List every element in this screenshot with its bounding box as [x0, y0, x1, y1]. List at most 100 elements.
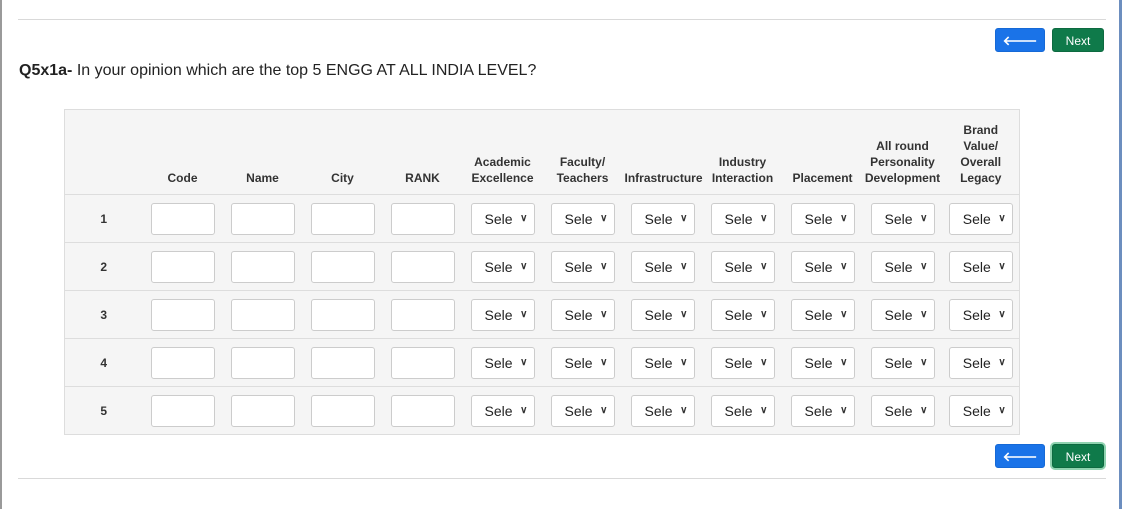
- brand-value-select[interactable]: Sele ∨: [948, 202, 1013, 235]
- brand-value-select[interactable]: Sele ∨: [948, 250, 1013, 283]
- select-value: Sele: [564, 354, 593, 371]
- select-value: Sele: [644, 402, 673, 419]
- industry-interaction-select[interactable]: Sele ∨: [710, 346, 775, 379]
- code-input[interactable]: [150, 202, 215, 235]
- city-input[interactable]: [310, 394, 375, 427]
- rank-input[interactable]: [390, 298, 455, 331]
- prev-button-top[interactable]: 🡐 Prev: [995, 28, 1045, 72]
- chevron-down-icon: ∨: [680, 405, 688, 416]
- cell-industry-interaction: Sele ∨: [702, 290, 783, 339]
- cell-name: [222, 338, 303, 387]
- chevron-down-icon: ∨: [998, 357, 1006, 368]
- faculty-teachers-select[interactable]: Sele ∨: [550, 346, 615, 379]
- placement-select[interactable]: Sele ∨: [790, 394, 855, 427]
- cell-personality-development: Sele ∨: [862, 386, 943, 435]
- cell-personality-development: Sele ∨: [862, 242, 943, 291]
- select-value: Sele: [804, 306, 833, 323]
- chevron-down-icon: ∨: [840, 261, 848, 272]
- name-input[interactable]: [230, 298, 295, 331]
- table-header-row: Code Name City RANK Academic Excellence Facul…: [64, 109, 1020, 195]
- select-value: Sele: [484, 354, 513, 371]
- chevron-down-icon: ∨: [600, 309, 608, 320]
- faculty-teachers-select[interactable]: Sele ∨: [550, 298, 615, 331]
- select-value: Sele: [484, 402, 513, 419]
- next-button-bottom[interactable]: Next 🡒: [1052, 444, 1104, 488]
- bottom-divider: [18, 478, 1106, 479]
- industry-interaction-select[interactable]: Sele ∨: [710, 298, 775, 331]
- cell-faculty-teachers: Sele ∨: [542, 242, 623, 291]
- academic-excellence-select[interactable]: Sele ∨: [470, 250, 535, 283]
- faculty-teachers-select[interactable]: Sele ∨: [550, 250, 615, 283]
- rank-input[interactable]: [390, 346, 455, 379]
- rank-input[interactable]: [390, 394, 455, 427]
- personality-development-select[interactable]: Sele ∨: [870, 202, 935, 235]
- city-input[interactable]: [310, 346, 375, 379]
- placement-select[interactable]: Sele ∨: [790, 202, 855, 235]
- academic-excellence-select[interactable]: Sele ∨: [470, 202, 535, 235]
- select-value: Sele: [884, 306, 913, 323]
- brand-value-select[interactable]: Sele ∨: [948, 298, 1013, 331]
- name-input[interactable]: [230, 394, 295, 427]
- personality-development-select[interactable]: Sele ∨: [870, 298, 935, 331]
- infrastructure-select[interactable]: Sele ∨: [630, 250, 695, 283]
- industry-interaction-select[interactable]: Sele ∨: [710, 250, 775, 283]
- infrastructure-select[interactable]: Sele ∨: [630, 202, 695, 235]
- cell-infrastructure: Sele ∨: [622, 386, 703, 435]
- select-value: Sele: [564, 306, 593, 323]
- code-input[interactable]: [150, 250, 215, 283]
- row-number: 2: [64, 242, 143, 291]
- chevron-down-icon: ∨: [680, 309, 688, 320]
- academic-excellence-select[interactable]: Sele ∨: [470, 394, 535, 427]
- select-value: Sele: [484, 210, 513, 227]
- cell-faculty-teachers: Sele ∨: [542, 194, 623, 243]
- cell-academic-excellence: Sele ∨: [462, 194, 543, 243]
- brand-value-select[interactable]: Sele ∨: [948, 394, 1013, 427]
- academic-excellence-select[interactable]: Sele ∨: [470, 298, 535, 331]
- infrastructure-select[interactable]: Sele ∨: [630, 394, 695, 427]
- industry-interaction-select[interactable]: Sele ∨: [710, 394, 775, 427]
- city-input[interactable]: [310, 250, 375, 283]
- faculty-teachers-select[interactable]: Sele ∨: [550, 394, 615, 427]
- name-input[interactable]: [230, 250, 295, 283]
- personality-development-select[interactable]: Sele ∨: [870, 250, 935, 283]
- rank-input[interactable]: [390, 202, 455, 235]
- select-value: Sele: [962, 258, 991, 275]
- academic-excellence-select[interactable]: Sele ∨: [470, 346, 535, 379]
- personality-development-select[interactable]: Sele ∨: [870, 346, 935, 379]
- arrow-right-icon: 🡒: [1060, 473, 1096, 488]
- code-input[interactable]: [150, 394, 215, 427]
- faculty-teachers-select[interactable]: Sele ∨: [550, 202, 615, 235]
- code-input[interactable]: [150, 298, 215, 331]
- chevron-down-icon: ∨: [840, 405, 848, 416]
- chevron-down-icon: ∨: [920, 405, 928, 416]
- select-value: Sele: [884, 402, 913, 419]
- cell-rank: [382, 338, 463, 387]
- cell-city: [302, 194, 383, 243]
- prev-button-bottom[interactable]: 🡐 Prev: [995, 444, 1045, 488]
- rank-input[interactable]: [390, 250, 455, 283]
- cell-placement: Sele ∨: [782, 242, 863, 291]
- table-row: 3 Sele ∨ Sele ∨ Sele ∨ Sele ∨ Sele ∨ Sele ∨ Sele ∨: [64, 290, 1020, 339]
- chevron-down-icon: ∨: [600, 213, 608, 224]
- placement-select[interactable]: Sele ∨: [790, 250, 855, 283]
- city-input[interactable]: [310, 202, 375, 235]
- brand-value-select[interactable]: Sele ∨: [948, 346, 1013, 379]
- placement-select[interactable]: Sele ∨: [790, 298, 855, 331]
- chevron-down-icon: ∨: [520, 309, 528, 320]
- infrastructure-select[interactable]: Sele ∨: [630, 298, 695, 331]
- chevron-down-icon: ∨: [920, 309, 928, 320]
- cell-placement: Sele ∨: [782, 194, 863, 243]
- select-value: Sele: [962, 354, 991, 371]
- name-input[interactable]: [230, 346, 295, 379]
- table-row: 5 Sele ∨ Sele ∨ Sele ∨ Sele ∨ Sele ∨ Sele ∨ Sele ∨: [64, 386, 1020, 435]
- code-input[interactable]: [150, 346, 215, 379]
- personality-development-select[interactable]: Sele ∨: [870, 394, 935, 427]
- name-input[interactable]: [230, 202, 295, 235]
- industry-interaction-select[interactable]: Sele ∨: [710, 202, 775, 235]
- cell-academic-excellence: Sele ∨: [462, 386, 543, 435]
- city-input[interactable]: [310, 298, 375, 331]
- placement-select[interactable]: Sele ∨: [790, 346, 855, 379]
- chevron-down-icon: ∨: [840, 357, 848, 368]
- next-button-top[interactable]: Next 🡒: [1052, 28, 1104, 72]
- infrastructure-select[interactable]: Sele ∨: [630, 346, 695, 379]
